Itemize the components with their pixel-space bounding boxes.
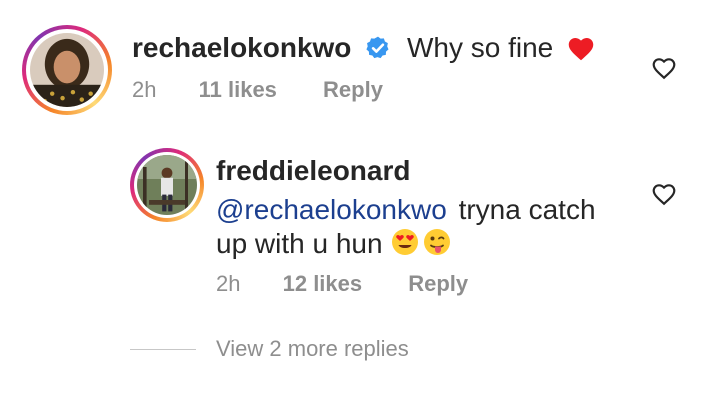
- comment-likes[interactable]: 11 likes: [199, 77, 277, 103]
- comment-time: 2h: [132, 77, 157, 102]
- comment-like-heart-icon[interactable]: [651, 56, 677, 80]
- reply-username[interactable]: freddieleonard: [216, 155, 410, 186]
- comment-username[interactable]: rechaelokonkwo: [132, 32, 351, 63]
- reply-meta: 2h 12 likes Reply: [216, 271, 468, 297]
- red-heart-icon: [567, 34, 595, 61]
- reply-text-line-1: @rechaelokonkwo tryna catch: [216, 192, 596, 228]
- comment-body: rechaelokonkwo Why so fine: [132, 30, 595, 66]
- comment-meta: 2h 11 likes Reply: [132, 77, 383, 103]
- comment-reply-button[interactable]: Reply: [323, 77, 383, 103]
- reply-likes[interactable]: 12 likes: [283, 271, 363, 297]
- profile-photo: [137, 155, 197, 215]
- reply-username-line: freddieleonard: [216, 153, 410, 189]
- avatar-freddieleonard[interactable]: [130, 148, 204, 222]
- heart-eyes-emoji-icon: [390, 227, 420, 257]
- comment-text: Why so fine: [406, 32, 554, 63]
- reply-text-part-2: up with u hun: [216, 228, 383, 259]
- verified-badge-icon: [365, 34, 391, 60]
- reply-like-heart-icon[interactable]: [651, 182, 677, 206]
- avatar-rechaelokonkwo[interactable]: [22, 25, 112, 115]
- profile-photo: [30, 33, 104, 107]
- replies-divider: [130, 348, 196, 350]
- comments-thread: rechaelokonkwo Why so fine 2h 11 likes R…: [0, 0, 720, 400]
- reply-text-line-2: up with u hun: [216, 226, 452, 262]
- view-more-replies-label: View 2 more replies: [216, 336, 409, 361]
- tongue-out-emoji-icon: [422, 227, 452, 257]
- reply-text-part-1: tryna catch: [458, 194, 596, 225]
- reply-reply-button[interactable]: Reply: [408, 271, 468, 297]
- view-more-replies-button[interactable]: View 2 more replies: [130, 336, 409, 362]
- reply-time: 2h: [216, 271, 241, 296]
- reply-mention-link[interactable]: @rechaelokonkwo: [216, 194, 447, 225]
